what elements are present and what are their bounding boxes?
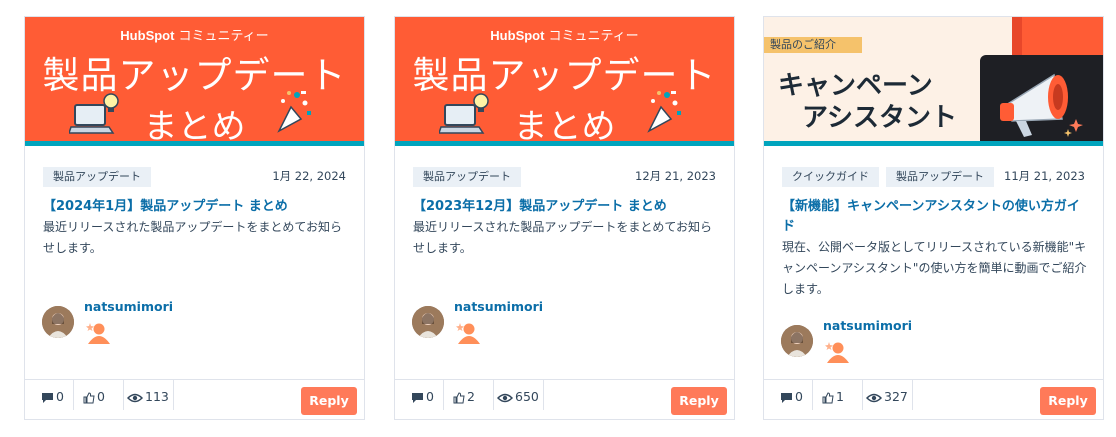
tag-list: クイックガイド 製品アップデート <box>782 165 1001 187</box>
member-rank-icon <box>456 323 480 344</box>
tag-list: 製品アップデート <box>413 165 528 187</box>
banner-accent-bar <box>25 141 364 146</box>
post-description: 最近リリースされた製品アップデートをまとめてお知らせします。 <box>43 220 343 255</box>
comment-icon <box>412 392 423 403</box>
hubspot-logo: HubSpot コミュニティー <box>490 28 639 43</box>
banner-accent-bar <box>395 141 734 146</box>
post-date: 11月 21, 2023 <box>1004 169 1085 183</box>
tag-product-update[interactable]: 製品アップデート <box>43 167 151 187</box>
card-banner-image[interactable]: 製品のご紹介 キャンペーン アシスタント <box>764 17 1103 141</box>
banner-decoration <box>1012 17 1022 55</box>
author-username[interactable]: natsumimori <box>84 299 173 314</box>
thumbs-up-icon <box>822 391 834 403</box>
view-count: 327 <box>865 380 913 410</box>
like-count[interactable]: 2 <box>453 380 494 410</box>
card-banner-image[interactable]: HubSpot コミュニティー 製品アップデート まとめ <box>25 17 364 141</box>
post-title-link[interactable]: 【2023年12月】製品アップデート まとめ <box>413 197 719 217</box>
eye-icon <box>865 393 883 402</box>
tag-quick-guide[interactable]: クイックガイド <box>782 167 879 187</box>
thumbs-up-icon <box>83 391 95 403</box>
comment-count: 0 <box>411 380 444 410</box>
hubspot-logo: HubSpot コミュニティー <box>120 28 269 43</box>
comment-icon <box>42 392 53 403</box>
laptop-icon <box>69 93 119 134</box>
tag-product-update[interactable]: 製品アップデート <box>413 167 521 187</box>
author-avatar[interactable] <box>42 306 74 338</box>
banner-subheadline: アシスタント <box>802 103 957 133</box>
reply-button[interactable]: Reply <box>671 387 727 415</box>
card-footer: 0 2 650 Reply <box>395 379 734 420</box>
banner-accent-bar <box>764 141 1103 146</box>
member-rank-icon <box>825 342 849 363</box>
thumbs-up-icon <box>453 391 465 403</box>
blog-card-3[interactable]: 製品のご紹介 キャンペーン アシスタント クイックガイド 製品アップデート 11月… <box>763 16 1104 420</box>
comment-count: 0 <box>41 380 74 410</box>
author-avatar[interactable] <box>412 306 444 338</box>
author-username[interactable]: natsumimori <box>454 299 543 314</box>
comment-count: 0 <box>780 380 813 410</box>
post-title-link[interactable]: 【新機能】キャンペーンアシスタントの使い方ガイド <box>782 197 1088 237</box>
megaphone-icon <box>1000 73 1083 137</box>
view-count: 113 <box>126 380 174 410</box>
reply-button[interactable]: Reply <box>1040 387 1096 415</box>
like-count[interactable]: 0 <box>83 380 124 410</box>
eye-icon <box>126 393 144 402</box>
post-description: 最近リリースされた製品アップデートをまとめてお知らせします。 <box>413 220 713 255</box>
card-footer: 0 0 113 Reply <box>25 379 364 420</box>
blog-card-2[interactable]: HubSpot コミュニティー 製品アップデート まとめ 製品アップデート 12月… <box>394 16 735 420</box>
banner-decoration <box>1022 17 1103 55</box>
post-date: 12月 21, 2023 <box>635 169 716 183</box>
like-count[interactable]: 1 <box>822 380 863 410</box>
author-username[interactable]: natsumimori <box>823 318 912 333</box>
laptop-icon <box>439 93 489 134</box>
tag-product-update[interactable]: 製品アップデート <box>886 167 994 187</box>
member-rank-icon <box>86 323 110 344</box>
card-footer: 0 1 327 Reply <box>764 379 1103 420</box>
confetti-icon <box>277 91 311 133</box>
tag-list: 製品アップデート <box>43 165 158 187</box>
reply-button[interactable]: Reply <box>301 387 357 415</box>
eye-icon <box>496 393 514 402</box>
confetti-icon <box>647 91 681 133</box>
post-date: 1月 22, 2024 <box>272 169 346 183</box>
banner-category-label: 製品のご紹介 <box>764 37 862 53</box>
card-banner-image[interactable]: HubSpot コミュニティー 製品アップデート まとめ <box>395 17 734 141</box>
author-avatar[interactable] <box>781 325 813 357</box>
post-description: 現在、公開ベータ版としてリリースされている新機能"キャンペーンアシスタント"の使… <box>782 240 1087 296</box>
post-title-link[interactable]: 【2024年1月】製品アップデート まとめ <box>43 197 349 217</box>
comment-icon <box>781 392 792 403</box>
view-count: 650 <box>496 380 544 410</box>
blog-card-1[interactable]: HubSpot コミュニティー 製品アップデート まとめ 製品アップデート 1月 … <box>24 16 365 420</box>
